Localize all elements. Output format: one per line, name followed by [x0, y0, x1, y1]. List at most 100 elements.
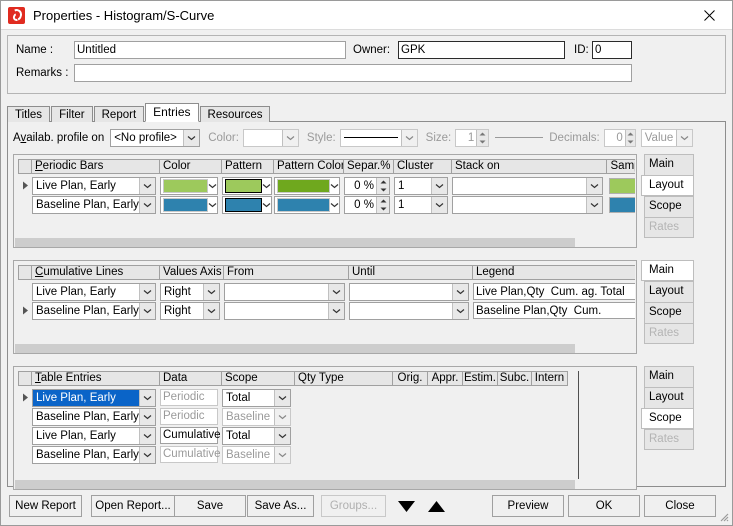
side-tab-scope[interactable]: Scope: [644, 302, 694, 323]
spinner-arrows-icon[interactable]: [624, 129, 635, 146]
col-values-axis[interactable]: Values Axis: [160, 265, 224, 280]
size-spinner[interactable]: 1: [455, 128, 490, 147]
style-combo[interactable]: [339, 128, 418, 147]
col-sample[interactable]: Sample: [607, 159, 635, 174]
tab-filter[interactable]: Filter: [51, 106, 93, 122]
id-input[interactable]: [592, 41, 632, 59]
value-combo[interactable]: Value: [640, 128, 693, 147]
table-entry-name-combo[interactable]: Live Plan, Early: [32, 426, 156, 445]
table-row[interactable]: Live Plan, Early Right: [18, 282, 635, 301]
side-tab-scope[interactable]: Scope: [641, 408, 694, 429]
color-combo[interactable]: [242, 128, 299, 147]
side-tab-layout[interactable]: Layout: [644, 281, 694, 302]
col-intern[interactable]: Intern: [532, 371, 568, 386]
owner-input[interactable]: [398, 41, 565, 59]
bar-pattern-picker[interactable]: [222, 195, 272, 214]
col-periodic-bars[interactable]: Periodic Bars: [32, 159, 160, 174]
periodic-bar-name-combo[interactable]: Live Plan, Early: [32, 176, 156, 195]
save-as-button[interactable]: Save As...: [247, 495, 314, 517]
until-combo[interactable]: [349, 301, 469, 320]
tab-titles[interactable]: Titles: [7, 106, 51, 122]
col-pattern-color[interactable]: Pattern Color: [274, 159, 344, 174]
bar-pattern-picker[interactable]: [222, 176, 272, 195]
spinner-arrows-icon[interactable]: [376, 177, 389, 194]
separ-percent-spinner[interactable]: 0 %: [344, 195, 390, 214]
horizontal-scrollbar[interactable]: [15, 344, 635, 353]
scope-combo[interactable]: Total: [222, 388, 291, 407]
from-combo[interactable]: [224, 282, 345, 301]
open-report-button[interactable]: Open Report...: [91, 495, 175, 517]
scrollbar-thumb[interactable]: [15, 238, 575, 247]
col-cluster[interactable]: Cluster: [394, 159, 452, 174]
profile-combo[interactable]: <No profile>: [110, 128, 201, 147]
until-combo[interactable]: [349, 282, 469, 301]
side-tab-layout[interactable]: Layout: [644, 387, 694, 408]
values-axis-combo[interactable]: Right: [160, 301, 220, 320]
ok-button[interactable]: OK: [568, 495, 640, 517]
cumulative-line-name-combo[interactable]: Baseline Plan, Early: [32, 301, 156, 320]
scope-combo[interactable]: Total: [222, 426, 291, 445]
col-appr[interactable]: Appr.: [428, 371, 463, 386]
close-icon[interactable]: [687, 2, 732, 29]
table-entry-name-combo[interactable]: Baseline Plan, Early: [32, 407, 156, 426]
tab-resources[interactable]: Resources: [199, 106, 271, 122]
side-tab-layout[interactable]: Layout: [641, 175, 694, 196]
cumulative-line-name-combo[interactable]: Live Plan, Early: [32, 282, 156, 301]
table-row[interactable]: Baseline Plan, Early Cumulative Baseline: [18, 445, 632, 464]
bar-pattern-color-picker[interactable]: [274, 195, 340, 214]
table-row[interactable]: Live Plan, Early 0 % 1: [18, 176, 635, 195]
col-stack-on[interactable]: Stack on: [452, 159, 607, 174]
col-estim[interactable]: Estim.: [463, 371, 498, 386]
side-tab-scope[interactable]: Scope: [644, 196, 694, 217]
col-orig[interactable]: Orig.: [393, 371, 428, 386]
close-button[interactable]: Close: [644, 495, 716, 517]
table-row[interactable]: Live Plan, Early Cumulative Total: [18, 426, 632, 445]
bar-color-picker[interactable]: [160, 195, 218, 214]
spinner-arrows-icon[interactable]: [376, 196, 389, 213]
table-row[interactable]: Baseline Plan, Early Periodic Baseline: [18, 407, 632, 426]
table-entry-name-combo[interactable]: Live Plan, Early: [32, 388, 156, 407]
cluster-combo[interactable]: 1: [394, 176, 448, 195]
col-scope[interactable]: Scope: [222, 371, 295, 386]
stack-on-combo[interactable]: [452, 176, 603, 195]
table-entry-name-combo[interactable]: Baseline Plan, Early: [32, 445, 156, 464]
remarks-input[interactable]: [74, 64, 632, 82]
col-legend[interactable]: Legend: [473, 265, 635, 280]
separ-percent-spinner[interactable]: 0 %: [344, 176, 390, 195]
col-qty-type[interactable]: Qty Type: [295, 371, 393, 386]
tab-entries[interactable]: Entries: [145, 103, 199, 122]
col-color[interactable]: Color: [160, 159, 222, 174]
resize-grip-icon[interactable]: [717, 510, 729, 522]
legend-input[interactable]: [473, 283, 635, 300]
scope-combo[interactable]: Baseline: [222, 407, 291, 426]
side-tab-main[interactable]: Main: [644, 154, 694, 175]
decimals-spinner[interactable]: 0: [603, 128, 636, 147]
horizontal-scrollbar[interactable]: [15, 238, 635, 247]
col-pattern[interactable]: Pattern: [222, 159, 274, 174]
legend-input[interactable]: [473, 302, 635, 319]
col-subc[interactable]: Subc.: [498, 371, 532, 386]
values-axis-combo[interactable]: Right: [160, 282, 220, 301]
col-cumulative-lines[interactable]: Cumulative Lines: [32, 265, 160, 280]
cluster-combo[interactable]: 1: [394, 195, 448, 214]
scope-combo[interactable]: Baseline: [222, 445, 291, 464]
new-report-button[interactable]: New Report: [9, 495, 82, 517]
stack-on-combo[interactable]: [452, 195, 603, 214]
spinner-arrows-icon[interactable]: [476, 129, 489, 146]
save-button[interactable]: Save: [174, 495, 246, 517]
scrollbar-thumb[interactable]: [15, 344, 575, 353]
col-table-entries[interactable]: Table Entries: [32, 371, 160, 386]
name-input[interactable]: [74, 41, 346, 59]
table-row[interactable]: Baseline Plan, Early 0 % 1: [18, 195, 635, 214]
table-row[interactable]: Live Plan, Early Periodic Total: [18, 388, 632, 407]
table-row[interactable]: Baseline Plan, Early Right: [18, 301, 635, 320]
bar-pattern-color-picker[interactable]: [274, 176, 340, 195]
from-combo[interactable]: [224, 301, 345, 320]
tab-report[interactable]: Report: [93, 106, 145, 122]
col-data[interactable]: Data: [160, 371, 222, 386]
periodic-bar-name-combo[interactable]: Baseline Plan, Early: [32, 195, 156, 214]
side-tab-main[interactable]: Main: [641, 260, 694, 281]
col-from[interactable]: From: [224, 265, 349, 280]
move-down-button[interactable]: [393, 495, 419, 517]
side-tab-main[interactable]: Main: [644, 366, 694, 387]
